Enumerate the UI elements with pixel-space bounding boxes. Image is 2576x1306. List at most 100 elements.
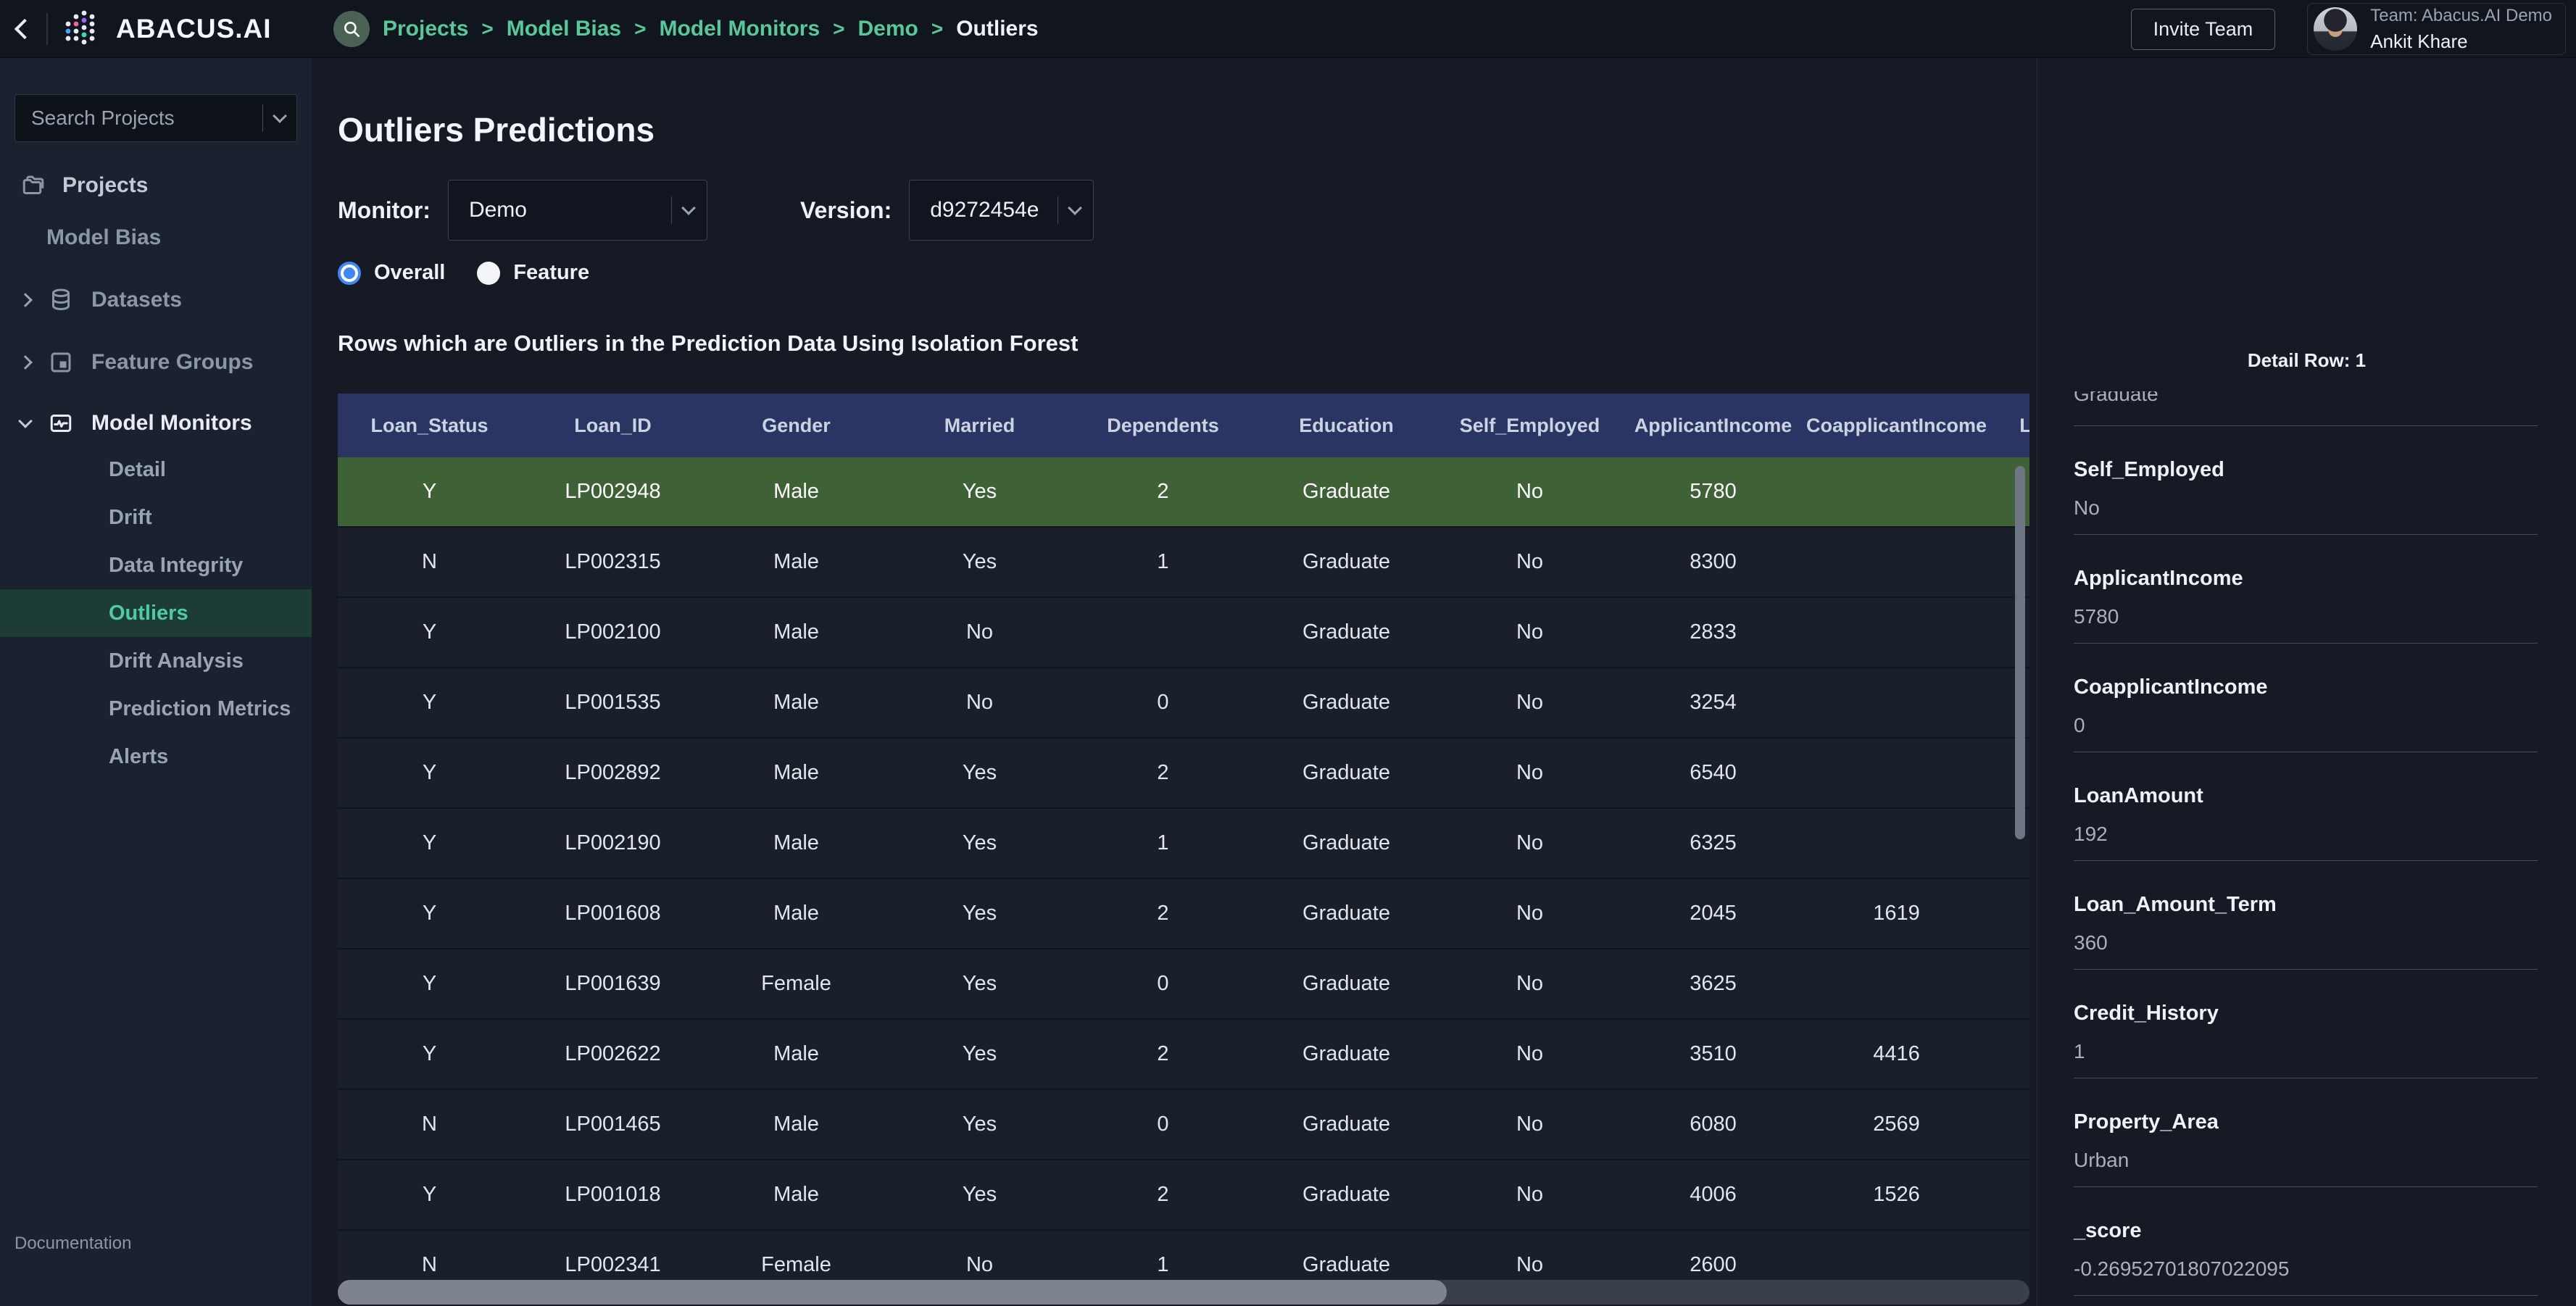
sidebar-item-model-bias[interactable]: Model Bias <box>0 219 312 257</box>
table-row[interactable]: YLP002948MaleYes2GraduateNo5780 <box>338 457 2029 528</box>
table-cell: Male <box>705 1042 888 1066</box>
radio-overall[interactable]: Overall <box>338 261 445 285</box>
table-row[interactable]: YLP002892MaleYes2GraduateNo6540 <box>338 739 2029 809</box>
sidebar-subitem-drift[interactable]: Drift <box>0 494 312 541</box>
column-header-married[interactable]: Married <box>888 394 1071 457</box>
monitor-label: Monitor: <box>338 197 431 224</box>
table-cell: Female <box>705 972 888 996</box>
table-cell: Y <box>338 620 521 644</box>
detail-value: 192 <box>2074 823 2538 846</box>
back-icon[interactable] <box>14 19 35 39</box>
vertical-scrollbar-thumb[interactable] <box>2015 466 2025 839</box>
column-header-applicantincome[interactable]: ApplicantIncome <box>1621 394 1805 457</box>
abacus-logo[interactable]: ABACUS.AI <box>62 8 272 50</box>
sidebar-subitem-drift-analysis[interactable]: Drift Analysis <box>0 637 312 685</box>
table-row[interactable]: YLP002622MaleYes2GraduateNo35104416 <box>338 1020 2029 1090</box>
column-header-loan_status[interactable]: Loan_Status <box>338 394 521 457</box>
table-cell: 0 <box>1071 1112 1255 1136</box>
table-body: YLP002948MaleYes2GraduateNo5780NLP002315… <box>338 457 2029 1301</box>
sidebar-subitem-data-integrity[interactable]: Data Integrity <box>0 541 312 589</box>
sidebar: Search Projects Projects Model Bias Data… <box>0 58 312 1306</box>
breadcrumb-item[interactable]: Model Monitors <box>659 17 820 41</box>
sidebar-subitem-detail[interactable]: Detail <box>0 446 312 494</box>
breadcrumb-item[interactable]: Model Bias <box>507 17 621 41</box>
sidebar-subitem-alerts[interactable]: Alerts <box>0 733 312 781</box>
breadcrumb-item[interactable]: Projects <box>383 17 468 41</box>
horizontal-scrollbar-thumb[interactable] <box>338 1280 1447 1305</box>
table-cell: No <box>888 691 1071 715</box>
table-cell: No <box>888 620 1071 644</box>
table-cell: 1526 <box>1805 1183 1988 1207</box>
table-row[interactable]: YLP001608MaleYes2GraduateNo20451619 <box>338 879 2029 949</box>
project-search-select[interactable]: Search Projects <box>14 94 297 142</box>
sidebar-subitem-prediction-metrics[interactable]: Prediction Metrics <box>0 685 312 733</box>
sidebar-item-label: Feature Groups <box>91 350 253 375</box>
sidebar-item-projects[interactable]: Projects <box>0 167 312 204</box>
table-cell: Yes <box>888 1112 1071 1136</box>
detail-value: -0.26952701807022095 <box>2074 1257 2538 1281</box>
table-cell: Yes <box>888 550 1071 574</box>
table-cell: N <box>338 1112 521 1136</box>
column-header-dependents[interactable]: Dependents <box>1071 394 1255 457</box>
detail-label: Credit_History <box>2074 1002 2538 1026</box>
team-label: Team: Abacus.AI Demo <box>2370 6 2552 26</box>
table-cell: Male <box>705 620 888 644</box>
avatar[interactable] <box>2314 7 2357 51</box>
invite-team-button[interactable]: Invite Team <box>2131 9 2276 50</box>
table-cell: 6540 <box>1621 761 1805 785</box>
table-row[interactable]: YLP002100MaleNoGraduateNo2833 <box>338 598 2029 668</box>
column-header-loan_id[interactable]: Loan_ID <box>521 394 705 457</box>
table-row[interactable]: YLP002190MaleYes1GraduateNo6325 <box>338 809 2029 879</box>
table-cell: 2 <box>1071 761 1255 785</box>
column-header-coapplicantincome[interactable]: CoapplicantIncome <box>1805 394 1988 457</box>
radio-label: Overall <box>374 261 445 285</box>
table-cell: 2600 <box>1621 1253 1805 1277</box>
team-card[interactable]: Team: Abacus.AI Demo Ankit Khare <box>2307 3 2566 55</box>
table-row[interactable]: NLP002315MaleYes1GraduateNo8300 <box>338 528 2029 598</box>
table-cell: Yes <box>888 761 1071 785</box>
chevron-down-icon <box>681 201 696 215</box>
table-cell: Yes <box>888 1183 1071 1207</box>
radio-unselected-icon[interactable] <box>477 262 500 285</box>
column-header-loanamount[interactable]: LoanAmount <box>1988 394 2029 457</box>
table-cell: LP002100 <box>521 620 705 644</box>
sidebar-item-label: Datasets <box>91 288 182 312</box>
table-cell: 1 <box>1071 1253 1255 1277</box>
column-header-self_employed[interactable]: Self_Employed <box>1438 394 1621 457</box>
table-cell: LP002190 <box>521 831 705 855</box>
table-cell: 3510 <box>1621 1042 1805 1066</box>
detail-item-_score: _score-0.26952701807022095 <box>2074 1187 2538 1296</box>
table-cell: 2 <box>1071 1183 1255 1207</box>
documentation-link[interactable]: Documentation <box>14 1234 131 1254</box>
table-cell: Male <box>705 902 888 926</box>
sidebar-item-model-monitors[interactable]: Model Monitors <box>0 404 312 442</box>
sidebar-item-feature-groups[interactable]: Feature Groups <box>0 344 312 381</box>
sidebar-item-datasets[interactable]: Datasets <box>0 281 312 319</box>
table-row[interactable]: YLP001018MaleYes2GraduateNo40061526 <box>338 1160 2029 1231</box>
table-row[interactable]: YLP001639FemaleYes0GraduateNo3625 <box>338 949 2029 1020</box>
table-cell: No <box>1438 691 1621 715</box>
table-row[interactable]: YLP001535MaleNo0GraduateNo3254 <box>338 668 2029 739</box>
table-row[interactable]: NLP001465MaleYes0GraduateNo60802569 <box>338 1090 2029 1160</box>
table-cell: No <box>1438 1253 1621 1277</box>
breadcrumb-item[interactable]: Demo <box>858 17 918 41</box>
horizontal-scrollbar-track[interactable] <box>338 1280 2029 1305</box>
sidebar-item-label: Model Monitors <box>91 411 252 436</box>
table-cell: 0 <box>1071 691 1255 715</box>
folder-icon <box>20 172 46 199</box>
table-cell: LP001535 <box>521 691 705 715</box>
column-header-gender[interactable]: Gender <box>705 394 888 457</box>
monitor-select[interactable]: Demo <box>448 180 707 241</box>
version-select[interactable]: d9272454e <box>909 180 1094 241</box>
table-cell: 2833 <box>1621 620 1805 644</box>
sidebar-subitem-outliers[interactable]: Outliers <box>0 589 312 637</box>
chevron-down-icon <box>18 414 33 428</box>
table-cell: Graduate <box>1255 550 1438 574</box>
radio-selected-icon[interactable] <box>338 262 361 285</box>
column-header-education[interactable]: Education <box>1255 394 1438 457</box>
detail-item-credit_history: Credit_History1 <box>2074 970 2538 1078</box>
radio-feature[interactable]: Feature <box>477 261 589 285</box>
table-cell: Graduate <box>1255 1183 1438 1207</box>
detail-label: Self_Employed <box>2074 458 2538 482</box>
search-button[interactable] <box>333 11 370 47</box>
